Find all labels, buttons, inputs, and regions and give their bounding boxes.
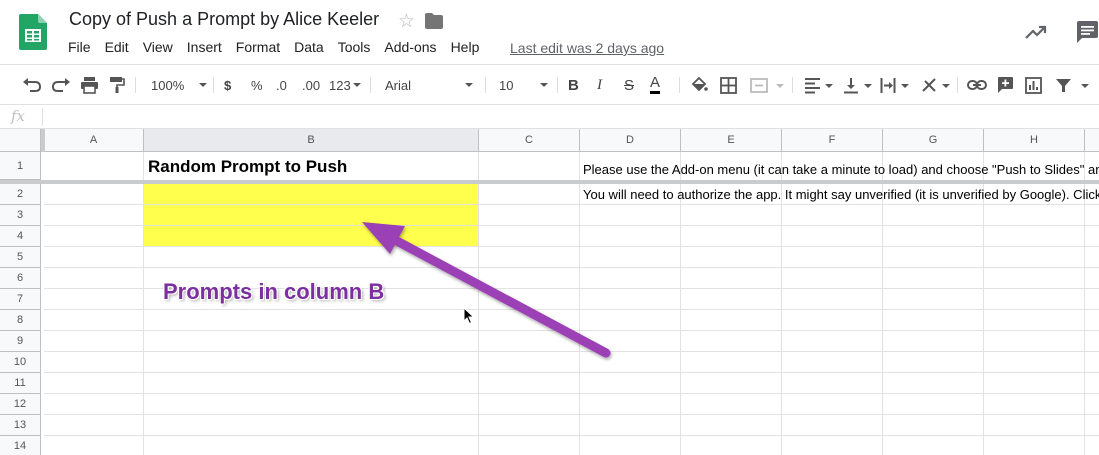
menu-tools[interactable]: Tools [338, 39, 371, 59]
title-bar: Copy of Push a Prompt by Alice Keeler ☆ … [0, 0, 1099, 64]
last-edit-link[interactable]: Last edit was 2 days ago [510, 40, 664, 56]
fx-icon: fx [11, 107, 26, 125]
percent-format-button[interactable]: % [251, 74, 263, 96]
increase-decimals-button[interactable]: .00 [302, 74, 320, 96]
folder-icon[interactable] [425, 13, 443, 29]
font-size-select[interactable]: 10 [499, 74, 549, 96]
menu-bar: File Edit View Insert Format Data Tools … [68, 39, 493, 59]
chevron-down-icon [352, 83, 361, 87]
annotation-label: Prompts in column B [163, 279, 385, 304]
menu-format[interactable]: Format [236, 39, 280, 59]
spreadsheet-grid: A B C D E F G H 1 2 3 4 5 6 7 8 9 10 11 … [0, 129, 1099, 455]
text-rotation-icon[interactable] [921, 74, 951, 96]
fill-color-icon[interactable] [690, 74, 708, 96]
font-family-select[interactable]: Arial [385, 74, 475, 96]
chevron-down-icon [199, 83, 208, 87]
undo-icon[interactable] [22, 74, 42, 96]
toolbar: 100% $ % .0 .00 123 Arial 10 B I S A [0, 64, 1099, 104]
insert-comment-icon[interactable] [996, 74, 1014, 96]
bold-button[interactable]: B [568, 74, 579, 96]
zoom-value: 100% [151, 77, 185, 93]
merge-cells-icon[interactable] [750, 74, 786, 96]
strikethrough-button[interactable]: S [624, 74, 634, 96]
currency-format-button[interactable]: $ [224, 74, 231, 96]
horizontal-align-icon[interactable] [804, 74, 834, 96]
menu-insert[interactable]: Insert [187, 39, 222, 59]
insert-chart-icon[interactable] [1025, 74, 1042, 96]
paint-format-icon[interactable] [109, 74, 125, 96]
more-formats-select[interactable]: 123 [329, 74, 361, 96]
insert-link-icon[interactable] [967, 74, 987, 96]
vertical-align-icon[interactable] [843, 74, 873, 96]
redo-icon[interactable] [51, 74, 71, 96]
menu-file[interactable]: File [68, 39, 91, 59]
italic-button[interactable]: I [597, 74, 602, 96]
decrease-decimals-button[interactable]: .0 [276, 74, 287, 96]
chevron-down-icon [465, 83, 473, 87]
text-wrapping-icon[interactable] [880, 74, 910, 96]
spreadsheet-app: Copy of Push a Prompt by Alice Keeler ☆ … [0, 0, 1099, 455]
trending-up-icon[interactable] [1024, 22, 1048, 42]
chevron-down-icon [540, 83, 548, 87]
print-icon[interactable] [80, 74, 99, 96]
star-icon[interactable]: ☆ [398, 10, 415, 33]
menu-edit[interactable]: Edit [105, 39, 129, 59]
menu-addons[interactable]: Add-ons [384, 39, 436, 59]
zoom-select[interactable]: 100% [151, 74, 208, 96]
menu-view[interactable]: View [143, 39, 173, 59]
comment-icon[interactable] [1074, 20, 1099, 44]
font-family-value: Arial [385, 77, 412, 93]
font-size-value: 10 [499, 77, 514, 93]
borders-icon[interactable] [720, 74, 737, 96]
more-formats-label: 123 [329, 77, 351, 93]
mouse-cursor-icon [463, 307, 475, 325]
menu-data[interactable]: Data [294, 39, 324, 59]
sheets-logo-icon[interactable] [19, 14, 47, 50]
menu-help[interactable]: Help [451, 39, 480, 59]
filter-icon[interactable] [1055, 74, 1095, 96]
formula-input[interactable] [50, 109, 1090, 125]
document-title[interactable]: Copy of Push a Prompt by Alice Keeler [69, 9, 379, 30]
formula-bar: fx [0, 104, 1099, 129]
text-color-button[interactable]: A [650, 74, 661, 94]
